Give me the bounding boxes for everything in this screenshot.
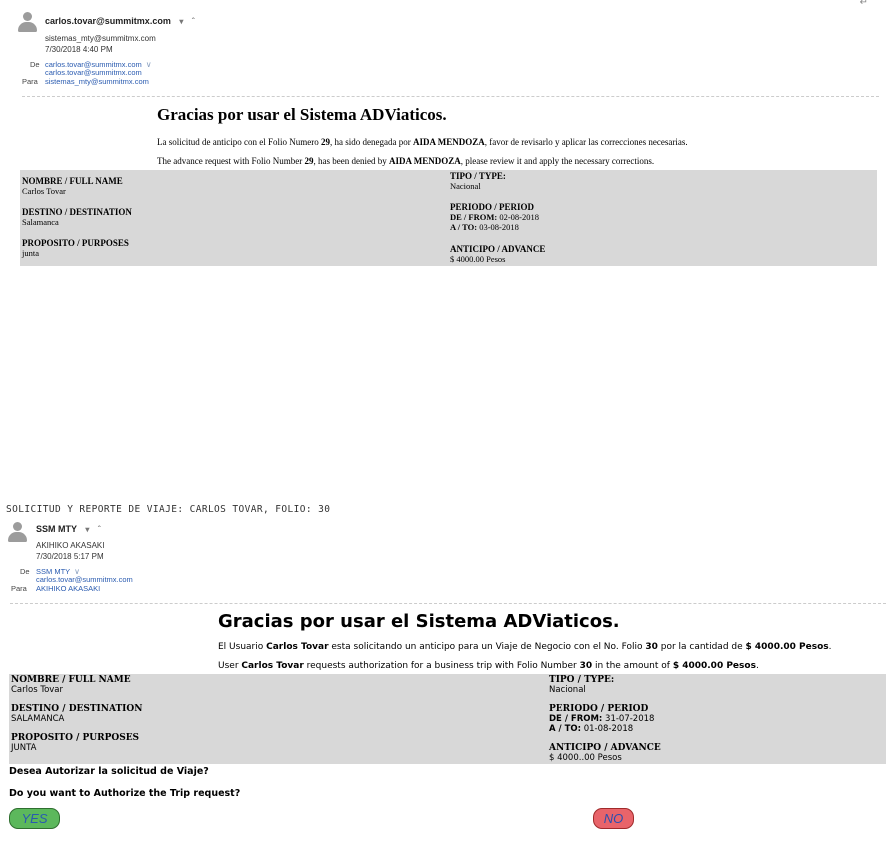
sender-name[interactable]: SSM MTY ▾ ˆ: [36, 524, 101, 534]
double-chevron-icon[interactable]: ˆ: [192, 17, 195, 26]
request-message-es: El Usuario Carlos Tovar esta solicitando…: [218, 642, 832, 652]
question-es: Desea Autorizar la solicitud de Viaje?: [9, 766, 209, 777]
field-nombre: NOMBRE / FULL NAME Carlos Tovar: [22, 176, 123, 196]
sender-name[interactable]: carlos.tovar@summitmx.com ▾ ˆ: [45, 16, 195, 26]
field-destino: DESTINO / DESTINATION SALAMANCA: [11, 704, 143, 724]
request-details-box: [20, 170, 877, 266]
email-title: Gracias por usar el Sistema ADViaticos.: [218, 611, 620, 632]
sender-avatar-icon: [7, 522, 27, 544]
denial-message-en: The advance request with Folio Number 29…: [157, 156, 655, 166]
field-anticipo: ANTICIPO / ADVANCE $ 4000..00 Pesos: [549, 743, 661, 763]
to-label: Para: [22, 77, 38, 86]
chevron-down-icon[interactable]: ▾: [179, 17, 183, 26]
email-title: Gracias por usar el Sistema ADViaticos.: [157, 105, 447, 124]
chevron-down-icon[interactable]: ▾: [85, 525, 89, 534]
corner-arrow-icon: ↵: [859, 0, 868, 8]
from-address-full[interactable]: carlos.tovar@summitmx.com: [36, 575, 133, 584]
request-message-en: User Carlos Tovar requests authorization…: [218, 661, 759, 671]
yes-button[interactable]: YES: [9, 808, 60, 829]
recipient-short: AKIHIKO AKASAKI: [36, 541, 105, 550]
from-label: De: [20, 567, 30, 576]
to-label: Para: [11, 584, 27, 593]
field-anticipo: ANTICIPO / ADVANCE $ 4000.00 Pesos: [450, 244, 546, 264]
email-date: 7/30/2018 4:40 PM: [45, 45, 113, 54]
recipient-short: sistemas_mty@summitmx.com: [45, 34, 156, 43]
field-tipo: TIPO / TYPE: Nacional: [450, 171, 506, 191]
double-chevron-icon[interactable]: ˆ: [98, 525, 101, 534]
to-address[interactable]: AKIHIKO AKASAKI: [36, 584, 100, 593]
no-button[interactable]: NO: [593, 808, 634, 829]
question-en: Do you want to Authorize the Trip reques…: [9, 788, 241, 799]
to-address[interactable]: sistemas_mty@summitmx.com: [45, 77, 149, 86]
field-tipo: TIPO / TYPE: Nacional: [549, 675, 615, 695]
sender-avatar-icon: [17, 12, 37, 34]
field-destino: DESTINO / DESTINATION Salamanca: [22, 207, 132, 227]
field-proposito: PROPOSITO / PURPOSES junta: [22, 238, 129, 258]
denial-message-es: La solicitud de anticipo con el Folio Nu…: [157, 137, 688, 147]
email-date: 7/30/2018 5:17 PM: [36, 552, 104, 561]
field-periodo: PERIODO / PERIOD DE / FROM: 31-07-2018 A…: [549, 704, 655, 734]
field-nombre: NOMBRE / FULL NAME Carlos Tovar: [11, 675, 131, 695]
from-address-full[interactable]: carlos.tovar@summitmx.com: [45, 68, 142, 77]
divider: [10, 603, 886, 604]
divider: [22, 96, 879, 97]
field-proposito: PROPOSITO / PURPOSES JUNTA: [11, 733, 140, 753]
expand-icon[interactable]: ∨: [146, 60, 152, 69]
email-subject: SOLICITUD Y REPORTE DE VIAJE: CARLOS TOV…: [6, 504, 331, 515]
field-periodo: PERIODO / PERIOD DE / FROM: 02-08-2018 A…: [450, 202, 540, 232]
from-label: De: [30, 60, 40, 69]
